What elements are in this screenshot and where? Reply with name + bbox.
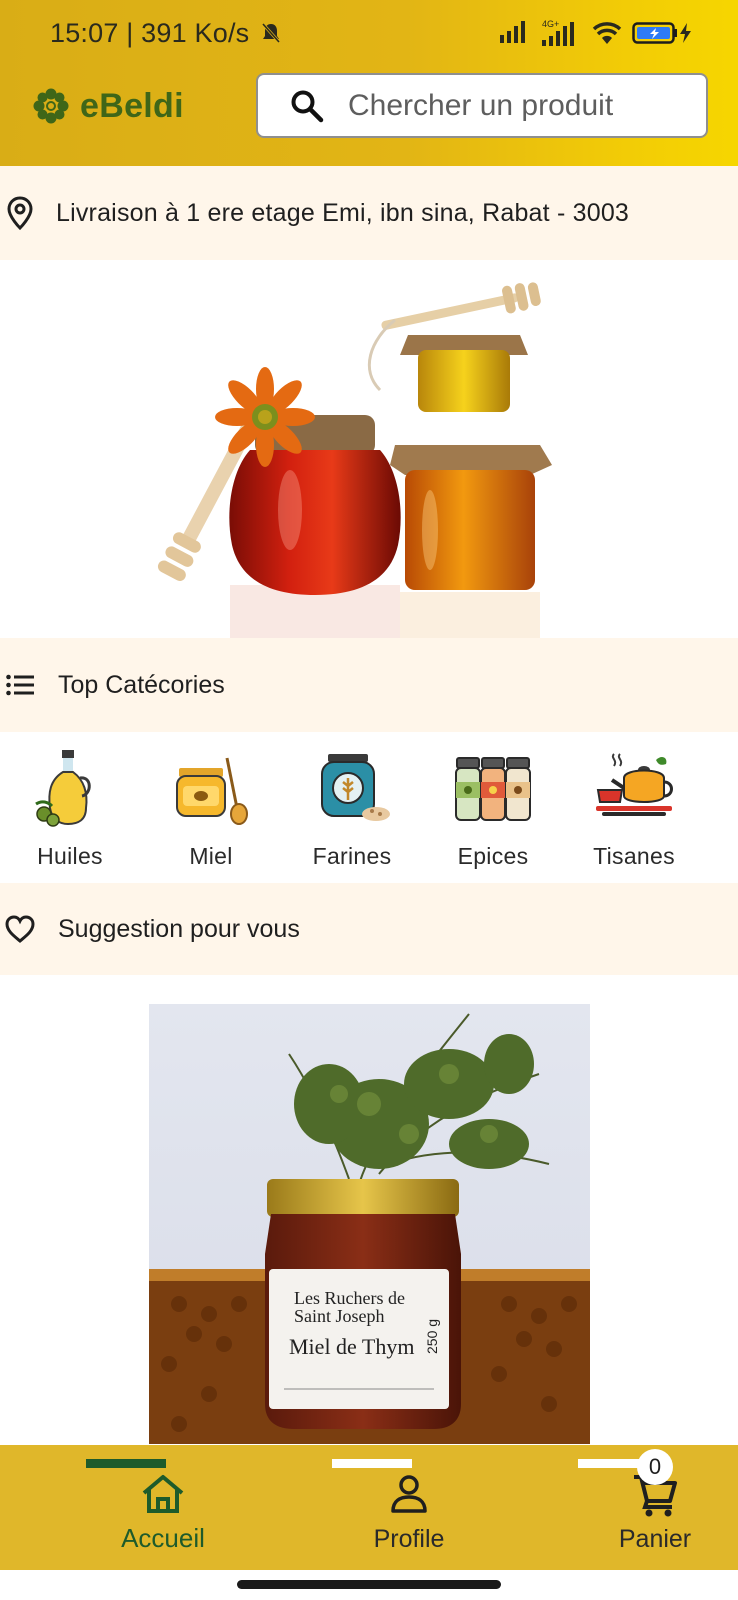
svg-text:Saint Joseph: Saint Joseph (294, 1306, 385, 1326)
cart-badge: 0 (637, 1449, 673, 1485)
spice-jars-icon (455, 757, 531, 821)
brand-name: eBeldi (80, 86, 184, 125)
nav-label: Panier (618, 1525, 692, 1553)
user-icon (391, 1475, 427, 1513)
product-image: Les Ruchers de Saint Joseph Miel de Thym… (149, 1004, 590, 1444)
app-header: 15:07 | 391 Ko/s 4G+ eBeldi Chercher un … (0, 0, 738, 166)
category-label: Farines (312, 843, 392, 869)
category-label: Tisanes (593, 843, 675, 869)
category-epices[interactable]: Epices (423, 748, 563, 869)
4g-signal-icon: 4G+ (542, 19, 574, 46)
list-icon (6, 674, 34, 696)
category-miel[interactable]: Miel (141, 748, 281, 869)
search-input[interactable]: Chercher un produit (256, 73, 708, 138)
flower-logo-icon (33, 88, 69, 124)
status-time: 15:07 | 391 Ko/s (50, 18, 281, 49)
status-bar: 15:07 | 391 Ko/s 4G+ (0, 0, 738, 64)
category-label: Epices (457, 843, 529, 869)
teapot-icon (596, 753, 673, 816)
heart-icon (5, 915, 35, 943)
status-time-text: 15:07 | 391 Ko/s (50, 18, 250, 48)
category-label: Huiles (37, 843, 103, 869)
category-tisanes[interactable]: Tisanes (564, 748, 704, 869)
nav-accueil[interactable]: Accueil (83, 1445, 243, 1570)
category-huiles[interactable]: Huiles (0, 748, 140, 869)
search-placeholder: Chercher un produit (348, 88, 614, 122)
svg-text:4G+: 4G+ (542, 19, 559, 29)
wifi-icon (592, 22, 622, 44)
bell-muted-icon (261, 23, 281, 43)
delivery-address-bar[interactable]: Livraison à 1 ere etage Emi, ibn sina, R… (0, 166, 738, 260)
product-weight-label: 250 g (424, 1319, 440, 1354)
bottom-navigation: Accueil Profile 0 Panier (0, 1445, 738, 1570)
delivery-address-text: Livraison à 1 ere etage Emi, ibn sina, R… (56, 198, 630, 227)
nav-panier[interactable]: 0 Panier (575, 1445, 735, 1570)
product-brand-label: Les Ruchers de (294, 1288, 405, 1308)
brand-logo[interactable]: eBeldi (32, 86, 184, 126)
battery-charging-icon (632, 22, 691, 44)
top-categories-header: Top Catécories (0, 638, 738, 732)
product-card-miel-de-thym[interactable]: Les Ruchers de Saint Joseph Miel de Thym… (149, 1004, 590, 1444)
nav-label: Profile (373, 1525, 445, 1553)
hero-banner[interactable] (0, 260, 738, 638)
oil-bottle-icon (35, 750, 91, 827)
categories-row: Huiles Miel Farines Epices Tisanes (0, 732, 738, 883)
category-label: Miel (189, 843, 233, 869)
location-pin-icon (7, 196, 33, 230)
home-icon (142, 1475, 184, 1513)
nav-profile[interactable]: Profile (329, 1445, 489, 1570)
suggestions-title: Suggestion pour vous (58, 914, 300, 943)
honey-jars-illustration (157, 282, 552, 638)
category-farines[interactable]: Farines (282, 748, 422, 869)
home-indicator[interactable] (237, 1580, 501, 1589)
top-categories-title: Top Catécories (58, 670, 225, 699)
honey-jar-icon (176, 757, 248, 825)
status-icons: 4G+ (500, 18, 692, 48)
suggestions-header: Suggestion pour vous (0, 883, 738, 975)
flour-jar-icon (321, 754, 390, 821)
signal-icon (500, 21, 525, 43)
nav-active-indicator (86, 1459, 166, 1468)
nav-label: Accueil (121, 1523, 205, 1553)
nav-indicator (332, 1459, 412, 1468)
search-icon (291, 90, 324, 122)
product-name-label: Miel de Thym (289, 1334, 414, 1359)
